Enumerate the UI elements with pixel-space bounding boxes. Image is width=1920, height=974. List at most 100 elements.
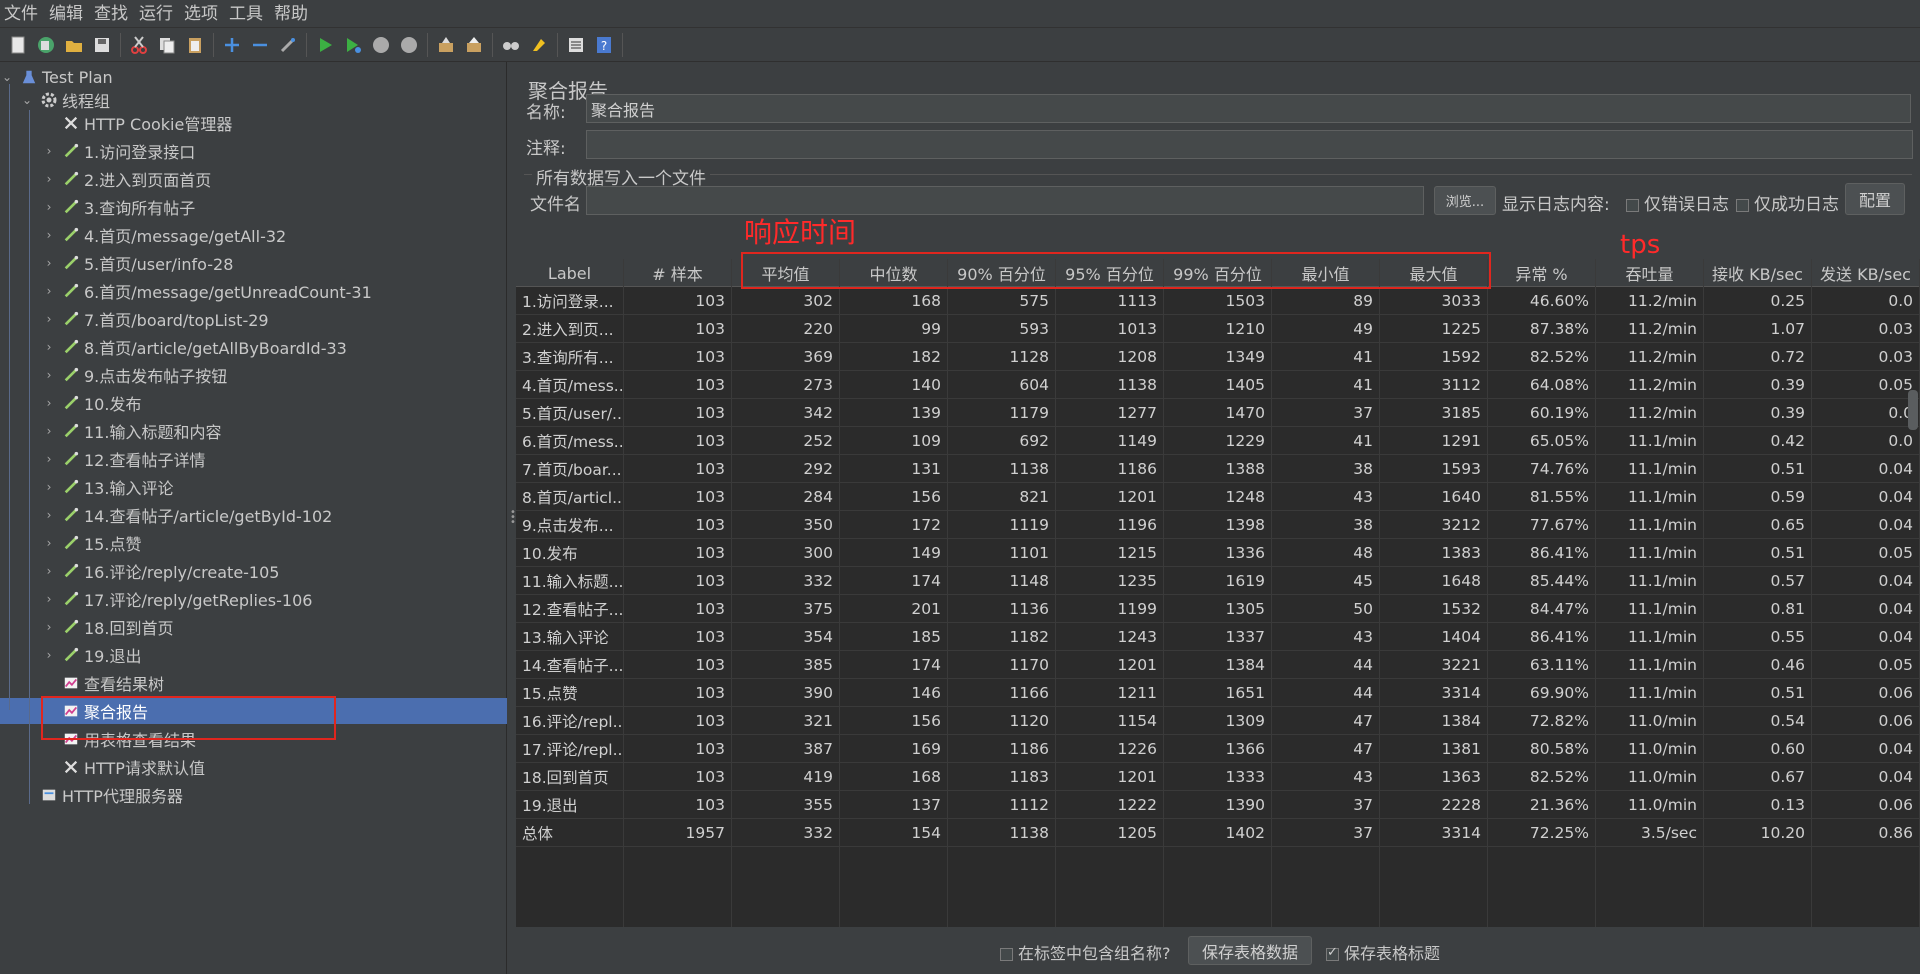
expand-icon[interactable] xyxy=(220,33,244,57)
chevron-right-icon[interactable]: › xyxy=(42,200,56,214)
comment-field[interactable] xyxy=(586,130,1913,159)
tree-node-item[interactable]: › 2.进入到页面首页 xyxy=(42,166,212,192)
chevron-right-icon[interactable]: › xyxy=(42,284,56,298)
collapse-icon[interactable] xyxy=(248,33,272,57)
tree-node-item[interactable]: › 12.查看帖子详情 xyxy=(42,446,206,472)
menu-item[interactable]: 运行 xyxy=(137,0,182,28)
column-header[interactable]: 异常 % xyxy=(1488,259,1596,287)
column-header[interactable]: 发送 KB/sec xyxy=(1812,259,1920,287)
table-row[interactable]: 13.输入评论 103 354 185 1182 1243 1337 43 1404 86.41%… xyxy=(516,623,1920,651)
help-icon[interactable]: ? xyxy=(592,33,616,57)
include-group-checkbox[interactable]: 在标签中包含组名称? xyxy=(1000,940,1171,964)
split-divider[interactable]: • • • xyxy=(507,62,516,974)
tree-node-item[interactable]: › 15.点赞 xyxy=(42,530,142,556)
toggle-icon[interactable] xyxy=(276,33,300,57)
menu-item[interactable]: 帮助 xyxy=(272,0,317,28)
tree-node-item[interactable]: 查看结果树 xyxy=(42,670,164,696)
tree-node-item[interactable]: › 17.评论/reply/getReplies-106 xyxy=(42,586,313,612)
chevron-right-icon[interactable]: › xyxy=(42,536,56,550)
column-header[interactable]: 吞吐量 xyxy=(1596,259,1704,287)
table-row[interactable]: 4.首页/mess... 103 273 140 604 1138 1405 41 3112 64… xyxy=(516,371,1920,399)
function-helper-icon[interactable] xyxy=(564,33,588,57)
cut-icon[interactable] xyxy=(127,33,151,57)
tree-node-item[interactable]: › 9.点击发布帖子按钮 xyxy=(42,362,228,388)
chevron-right-icon[interactable]: › xyxy=(42,620,56,634)
table-row[interactable]: 10.发布 103 300 149 1101 1215 1336 48 1383 86.41% 11… xyxy=(516,539,1920,567)
menu-item[interactable]: 工具 xyxy=(227,0,272,28)
clear-icon[interactable] xyxy=(434,33,458,57)
errors-only-checkbox[interactable]: 仅错误日志 xyxy=(1626,190,1729,215)
chevron-right-icon[interactable]: › xyxy=(42,144,56,158)
scrollbar-thumb[interactable] xyxy=(1908,390,1918,430)
new-icon[interactable] xyxy=(6,33,30,57)
tree-node-item[interactable]: › 14.查看帖子/article/getById-102 xyxy=(42,502,333,528)
table-row[interactable]: 15.点赞 103 390 146 1166 1211 1651 44 3314 69.90% 11… xyxy=(516,679,1920,707)
start-icon[interactable] xyxy=(313,33,337,57)
search-icon[interactable] xyxy=(499,33,523,57)
table-row[interactable]: 19.退出 103 355 137 1112 1222 1390 37 2228 21.36% 11… xyxy=(516,791,1920,819)
save-icon[interactable] xyxy=(90,33,114,57)
table-row[interactable]: 9.点击发布... 103 350 172 1119 1196 1398 38 3212 77.6… xyxy=(516,511,1920,539)
checkbox-box[interactable] xyxy=(1626,198,1639,212)
table-row[interactable]: 1.访问登录... 103 302 168 575 1113 1503 89 3033 46.60… xyxy=(516,287,1920,315)
column-header[interactable]: # 样本 xyxy=(624,259,732,287)
menu-item[interactable]: 查找 xyxy=(92,0,137,28)
success-only-checkbox[interactable]: 仅成功日志 xyxy=(1736,190,1839,215)
table-row[interactable]: 14.查看帖子... 103 385 174 1170 1201 1384 44 3221 63.… xyxy=(516,651,1920,679)
chevron-right-icon[interactable]: › xyxy=(42,508,56,522)
chevron-right-icon[interactable]: › xyxy=(42,452,56,466)
tree-node-item[interactable]: › 16.评论/reply/create-105 xyxy=(42,558,280,584)
chevron-right-icon[interactable]: › xyxy=(42,256,56,270)
table-row[interactable]: 7.首页/boar... 103 292 131 1138 1186 1388 38 1593 7… xyxy=(516,455,1920,483)
name-field[interactable]: 聚合报告 xyxy=(586,94,1911,123)
tree-node-item[interactable]: › 7.首页/board/topList-29 xyxy=(42,306,269,332)
tree-node-item[interactable]: HTTP Cookie管理器 xyxy=(42,110,232,136)
table-row[interactable]: 18.回到首页 103 419 168 1183 1201 1333 43 1363 82.52%… xyxy=(516,763,1920,791)
table-row[interactable]: 16.评论/repl... 103 321 156 1120 1154 1309 47 1384… xyxy=(516,707,1920,735)
chevron-right-icon[interactable]: › xyxy=(42,648,56,662)
chevron-right-icon[interactable]: › xyxy=(42,340,56,354)
tree-node-item[interactable]: › 6.首页/message/getUnreadCount-31 xyxy=(42,278,372,304)
chevron-right-icon[interactable]: › xyxy=(42,592,56,606)
tree-node-item[interactable]: › 11.输入标题和内容 xyxy=(42,418,222,444)
chevron-down-icon[interactable]: ⌄ xyxy=(0,70,14,84)
save-table-data-button[interactable]: 保存表格数据 xyxy=(1188,936,1312,965)
tree-node-proxy[interactable]: HTTP代理服务器 xyxy=(20,782,183,808)
checkbox-box[interactable] xyxy=(1000,948,1013,961)
filename-field[interactable] xyxy=(586,186,1424,215)
chevron-right-icon[interactable]: › xyxy=(42,396,56,410)
start-no-pause-icon[interactable] xyxy=(341,33,365,57)
table-row[interactable]: 2.进入到页... 103 220 99 593 1013 1210 49 1225 87.38%… xyxy=(516,315,1920,343)
table-row[interactable]: 8.首页/articl... 103 284 156 821 1201 1248 43 1640… xyxy=(516,483,1920,511)
chevron-right-icon[interactable]: › xyxy=(42,172,56,186)
tree-node-item[interactable]: › 3.查询所有帖子 xyxy=(42,194,196,220)
menu-item[interactable]: 编辑 xyxy=(47,0,92,28)
menu-item[interactable]: 选项 xyxy=(182,0,227,28)
chevron-right-icon[interactable]: › xyxy=(42,312,56,326)
column-header[interactable]: Label xyxy=(516,259,624,287)
templates-icon[interactable] xyxy=(34,33,58,57)
configure-button[interactable]: 配置 xyxy=(1845,183,1905,215)
table-row[interactable]: 5.首页/user/... 103 342 139 1179 1277 1470 37 3185… xyxy=(516,399,1920,427)
tree-node-item[interactable]: › 1.访问登录接口 xyxy=(42,138,196,164)
stop-icon[interactable] xyxy=(369,33,393,57)
tree-node-item[interactable]: HTTP请求默认值 xyxy=(42,754,205,780)
chevron-right-icon[interactable]: › xyxy=(42,564,56,578)
chevron-right-icon[interactable]: › xyxy=(42,368,56,382)
table-row[interactable]: 3.查询所有... 103 369 182 1128 1208 1349 41 1592 82.5… xyxy=(516,343,1920,371)
tree-node-item[interactable]: › 13.输入评论 xyxy=(42,474,174,500)
open-icon[interactable] xyxy=(62,33,86,57)
column-header[interactable]: 接收 KB/sec xyxy=(1704,259,1812,287)
chevron-right-icon[interactable]: › xyxy=(42,228,56,242)
table-row[interactable]: 17.评论/repl... 103 387 169 1186 1226 1366 47 1381… xyxy=(516,735,1920,763)
reset-search-icon[interactable] xyxy=(527,33,551,57)
tree-node-item[interactable]: › 18.回到首页 xyxy=(42,614,174,640)
copy-icon[interactable] xyxy=(155,33,179,57)
table-row[interactable]: 总体 1957 332 154 1138 1205 1402 37 3314 72.25% 3.5/… xyxy=(516,819,1920,847)
table-row[interactable]: 11.输入标题... 103 332 174 1148 1235 1619 45 1648 85.… xyxy=(516,567,1920,595)
table-row[interactable]: 6.首页/mess... 103 252 109 692 1149 1229 41 1291 65… xyxy=(516,427,1920,455)
tree-node-item[interactable]: › 10.发布 xyxy=(42,390,142,416)
tree-node-item[interactable]: › 8.首页/article/getAllByBoardId-33 xyxy=(42,334,347,360)
browse-button[interactable]: 浏览... xyxy=(1434,186,1496,215)
table-row[interactable]: 12.查看帖子... 103 375 201 1136 1199 1305 50 1532 84.… xyxy=(516,595,1920,623)
